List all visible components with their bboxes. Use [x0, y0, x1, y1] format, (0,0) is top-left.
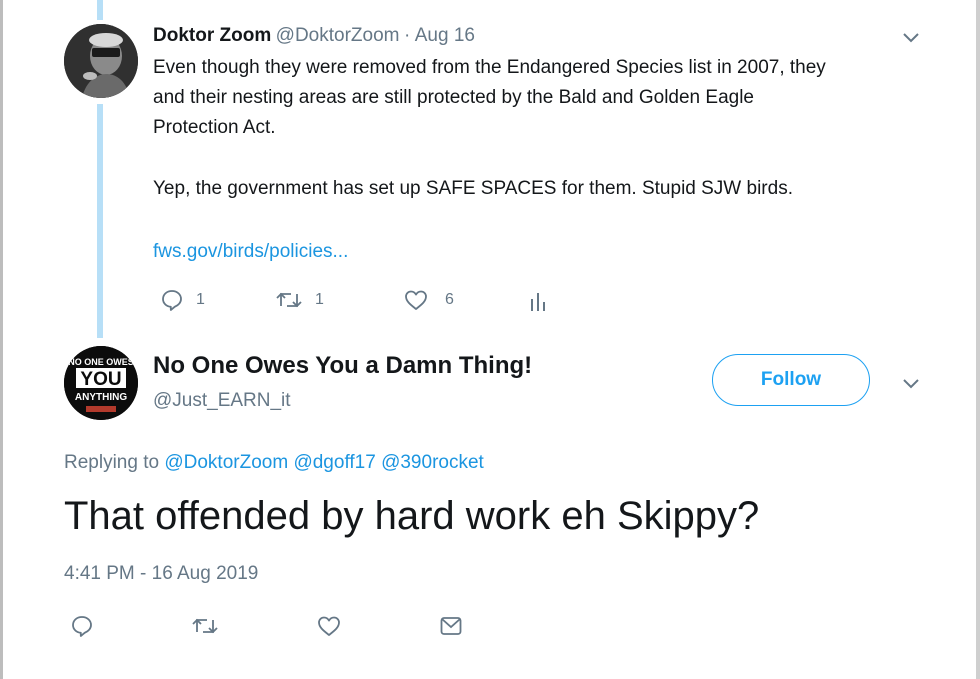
reply-button[interactable] — [70, 613, 94, 644]
parent-text-paragraph-2: Yep, the government has set up SAFE SPAC… — [153, 178, 793, 199]
chevron-down-icon[interactable] — [901, 31, 921, 45]
thread-line — [97, 104, 103, 338]
reply-mention-dgoff17[interactable]: @dgoff17 — [293, 452, 375, 473]
parent-retweet-action[interactable]: 1 — [275, 288, 324, 312]
window-edge-left — [0, 0, 3, 679]
avatar-logo: NO ONE OWES YOU ANYTHING — [64, 346, 138, 420]
parent-text-line-3: Protection Act. — [153, 117, 276, 138]
parent-display-name[interactable]: Doktor Zoom — [153, 25, 271, 46]
avatar-just-earn-it[interactable]: NO ONE OWES YOU ANYTHING — [64, 346, 138, 420]
parent-text-line-2: and their nesting areas are still protec… — [153, 87, 754, 108]
main-display-name[interactable]: No One Owes You a Damn Thing! — [153, 352, 532, 380]
parent-analytics-action[interactable] — [528, 290, 548, 317]
thread-line-top — [97, 0, 103, 20]
reply-mention-390rocket[interactable]: @390rocket — [381, 452, 484, 473]
parent-tweet-header: Doktor Zoom @DoktorZoom · Aug 16 — [153, 25, 475, 47]
replying-to: Replying to @DoktorZoom @dgoff17 @390roc… — [64, 452, 484, 474]
parent-like-count: 6 — [445, 291, 454, 308]
avatar-doktor-zoom[interactable] — [64, 24, 138, 98]
main-tweet-text: That offended by hard work eh Skippy? — [64, 494, 760, 538]
parent-retweet-count: 1 — [315, 291, 324, 308]
replying-prefix: Replying to — [64, 452, 160, 473]
direct-message-button[interactable] — [439, 615, 463, 642]
window-edge-right — [976, 0, 980, 679]
like-icon — [405, 290, 427, 310]
message-icon — [440, 617, 462, 635]
like-button[interactable] — [316, 614, 342, 643]
reply-mention-doktorzoom[interactable]: @DoktorZoom — [164, 452, 288, 473]
parent-reply-action[interactable]: 1 — [160, 288, 205, 312]
reply-icon — [72, 616, 92, 637]
follow-button[interactable]: Follow — [712, 354, 870, 406]
parent-tweet-text: Even though they were removed from the E… — [153, 53, 943, 143]
parent-like-action[interactable]: 6 — [403, 288, 454, 312]
parent-reply-count: 1 — [196, 291, 205, 308]
avatar-logo-top-text: NO ONE OWES — [68, 357, 134, 367]
parent-text-line-1: Even though they were removed from the E… — [153, 57, 826, 78]
parent-tweet-link[interactable]: fws.gov/birds/policies... — [153, 237, 348, 267]
analytics-icon — [531, 293, 545, 311]
chevron-down-icon[interactable] — [901, 377, 921, 391]
main-timestamp[interactable]: 4:41 PM - 16 Aug 2019 — [64, 563, 258, 585]
reply-icon — [162, 290, 182, 311]
retweet-button[interactable] — [190, 614, 220, 643]
retweet-icon — [192, 618, 218, 634]
parent-date[interactable]: Aug 16 — [415, 25, 475, 46]
retweet-icon — [276, 292, 302, 308]
parent-handle[interactable]: @DoktorZoom — [276, 25, 400, 46]
like-icon — [318, 616, 340, 636]
avatar-logo-bottom-text: ANYTHING — [75, 392, 127, 403]
header-separator: · — [403, 25, 411, 46]
avatar-photo — [64, 24, 138, 98]
avatar-logo-middle-text: YOU — [80, 369, 121, 390]
main-handle[interactable]: @Just_EARN_it — [153, 390, 291, 412]
